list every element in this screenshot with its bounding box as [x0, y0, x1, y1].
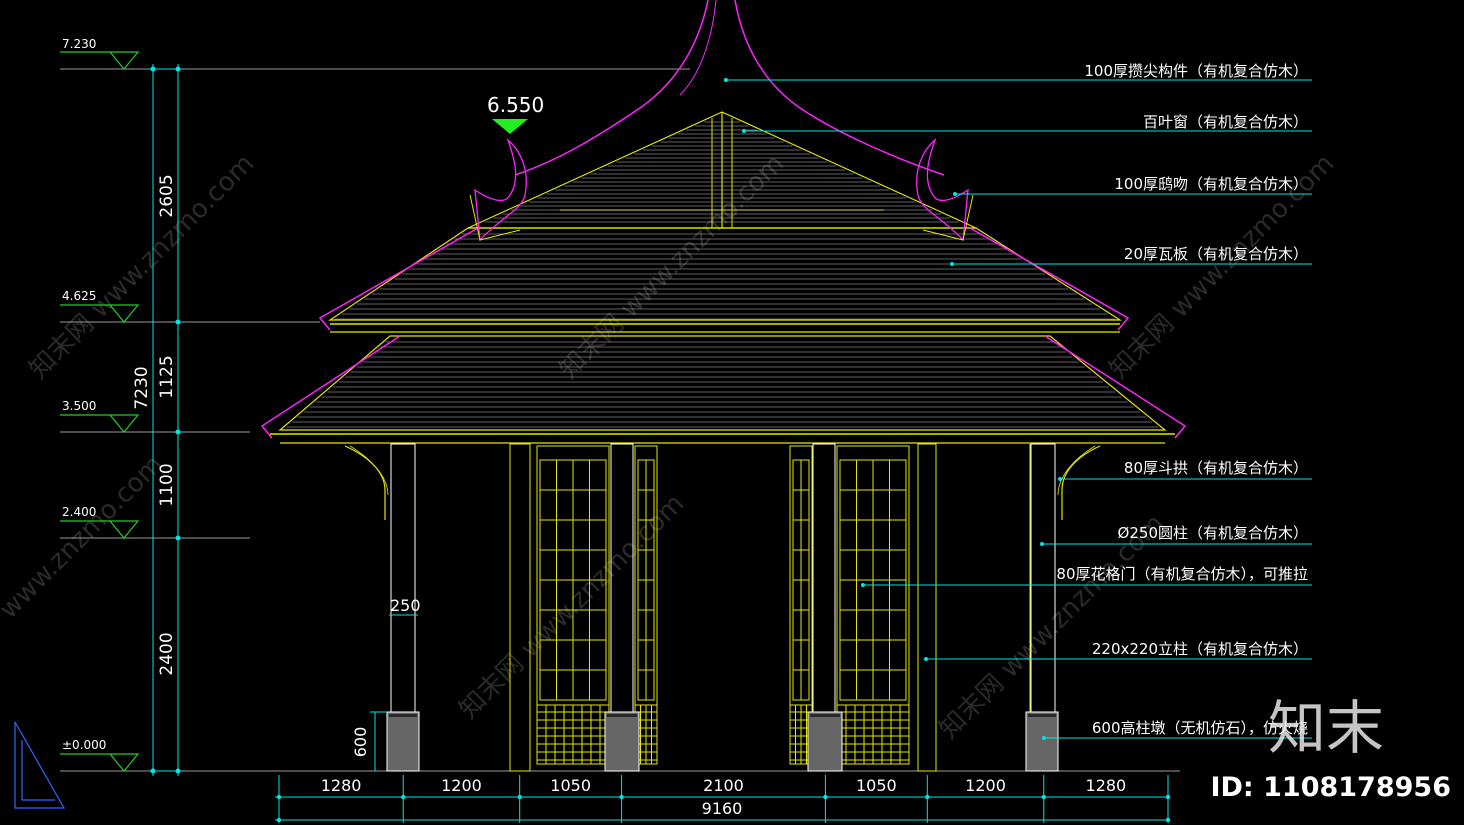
svg-text:80厚花格门（有机复合仿木），可推拉: 80厚花格门（有机复合仿木），可推拉 [1056, 565, 1308, 583]
dim-1125: 1125 [157, 355, 177, 398]
bottom-dimensions: 1280 1200 1050 2100 1050 1200 1280 9160 [275, 775, 1171, 823]
plinth-left [386, 711, 420, 772]
annotation-5: 80厚斗拱（有机复合仿木） [1058, 459, 1312, 481]
right-chiwen-ornament [916, 137, 969, 242]
left-chiwen-ornament [474, 137, 527, 242]
svg-text:知末网 www.znzmo.com: 知末网 www.znzmo.com [454, 489, 690, 725]
svg-text:Ø250圆柱（有机复合仿木）: Ø250圆柱（有机复合仿木） [1118, 524, 1308, 542]
dim-tick-dot-1 [401, 794, 406, 800]
svg-text:220x220立柱（有机复合仿木）: 220x220立柱（有机复合仿木） [1092, 640, 1308, 658]
column-left [390, 443, 416, 713]
dim-tick-dot-6 [1041, 794, 1046, 800]
dim-tick-dot-7 [1165, 794, 1171, 800]
ridge-level-label: 6.550 [487, 93, 544, 117]
dim-segment-3: 1050 [550, 776, 591, 795]
svg-text:知末网 www.znzmo.com: 知末网 www.znzmo.com [554, 149, 790, 385]
column-center-right [812, 443, 836, 713]
dim-segment-7: 1280 [1086, 776, 1127, 795]
triangle-symbol-icon [14, 721, 66, 809]
annotation-2: 百叶窗（有机复合仿木） [742, 113, 1312, 133]
level-top-label: 7.230 [62, 37, 96, 51]
dim-tick-dot-0 [276, 794, 282, 800]
dim-2605: 2605 [157, 174, 177, 217]
dim-total-dot-0 [276, 817, 282, 823]
annotation-1: 100厚攒尖构件（有机复合仿木） [724, 62, 1312, 82]
dim-segment-4: 2100 [703, 776, 744, 795]
watermark-logo: 知末 [1268, 694, 1384, 762]
dim-tick-dot-2 [517, 794, 522, 800]
dim-2400: 2400 [157, 632, 177, 675]
watermark-id: ID: 1108178956 [1210, 772, 1451, 803]
svg-text:20厚瓦板（有机复合仿木）: 20厚瓦板（有机复合仿木） [1124, 245, 1308, 263]
svg-text:知末网 www.znzmo.com: 知末网 www.znzmo.com [24, 149, 260, 385]
dim-tick-dot-3 [619, 794, 624, 800]
dim-segment-1: 1280 [321, 776, 362, 795]
dim-segment-2: 1200 [441, 776, 482, 795]
dim-segment-6: 1200 [965, 776, 1006, 795]
plinth-center-left [604, 711, 640, 772]
level-eave-upper-label: 4.625 [62, 289, 96, 303]
level-ground-label: ±0.000 [62, 738, 106, 752]
annotation-6: Ø250圆柱（有机复合仿木） [1040, 524, 1312, 546]
svg-text:80厚斗拱（有机复合仿木）: 80厚斗拱（有机复合仿木） [1124, 459, 1308, 477]
svg-text:100厚攒尖构件（有机复合仿木）: 100厚攒尖构件（有机复合仿木） [1084, 62, 1308, 80]
dim-plinth-600: 600 [351, 727, 370, 758]
left-bracket [344, 445, 386, 520]
svg-text:100厚鸱吻（有机复合仿木）: 100厚鸱吻（有机复合仿木） [1114, 175, 1308, 193]
dim-column-250: 250 [390, 596, 421, 615]
ridge-level-marker: 6.550 [487, 93, 544, 134]
right-bracket [1061, 445, 1101, 520]
structure [344, 443, 1101, 772]
level-eave-lower-label: 3.500 [62, 399, 96, 413]
svg-text:百叶窗（有机复合仿木）: 百叶窗（有机复合仿木） [1143, 113, 1308, 131]
elevation-drawing: 知末网 www.znzmo.com 知末网 www.znzmo.com 知末网 … [0, 0, 1451, 823]
dim-total-7230: 7230 [132, 366, 152, 409]
dim-total-dot-1 [1165, 817, 1171, 823]
plinth-center-right [807, 711, 843, 772]
annotation-8: 220x220立柱（有机复合仿木） [924, 640, 1312, 661]
dim-tick-dot-5 [925, 794, 930, 800]
svg-text:www.znzmo.com: www.znzmo.com [0, 450, 169, 625]
column-right [1030, 443, 1056, 713]
dim-tick-dot-4 [823, 794, 828, 800]
watermark: 知末 ID: 1108178956 [1210, 694, 1451, 803]
plinth-right [1025, 711, 1059, 772]
dim-1100: 1100 [157, 463, 177, 506]
level-beam-label: 2.400 [62, 505, 96, 519]
dim-total-9160: 9160 [702, 799, 743, 818]
annotation-3: 100厚鸱吻（有机复合仿木） [953, 175, 1312, 196]
dim-segment-5: 1050 [856, 776, 897, 795]
